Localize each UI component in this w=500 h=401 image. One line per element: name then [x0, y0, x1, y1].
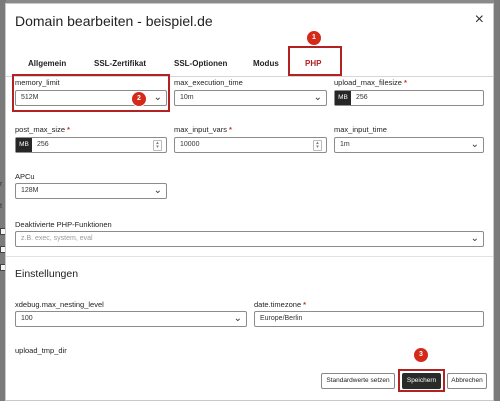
- background-text: t: [0, 203, 2, 210]
- upload-max-filesize-label: upload_max_filesize *: [334, 78, 407, 87]
- step-badge-3: 3: [413, 347, 429, 363]
- disabled-functions-select[interactable]: z.B. exec, system, eval ⌄: [15, 231, 484, 247]
- chevron-down-icon: ⌄: [233, 313, 242, 324]
- tab-ssl-zertifikat[interactable]: SSL-Zertifikat: [94, 59, 146, 68]
- cancel-button[interactable]: Abbrechen: [447, 373, 487, 389]
- domain-edit-dialog: Domain bearbeiten - beispiel.de × Allgem…: [5, 3, 494, 401]
- chevron-down-icon: ⌄: [470, 233, 479, 244]
- dialog-title: Domain bearbeiten - beispiel.de: [15, 13, 213, 29]
- chevron-down-icon: ⌄: [153, 92, 162, 103]
- background-text: r: [0, 181, 3, 188]
- disabled-functions-label: Deaktivierte PHP-Funktionen: [15, 220, 112, 229]
- unit-badge: MB: [335, 91, 351, 105]
- max-input-vars-input[interactable]: 10000 ▴ ▾: [174, 137, 327, 153]
- tab-ssl-optionen[interactable]: SSL-Optionen: [174, 59, 227, 68]
- upload-tmp-dir-label: upload_tmp_dir: [15, 346, 67, 355]
- step-badge-2: 2: [131, 91, 147, 107]
- spinner-arrows-icon[interactable]: ▴ ▾: [153, 140, 162, 151]
- max-input-time-label: max_input_time: [334, 125, 387, 134]
- xdebug-nesting-label: xdebug.max_nesting_level: [15, 300, 104, 309]
- memory-limit-label: memory_limit: [15, 78, 60, 87]
- section-title-settings: Einstellungen: [15, 268, 79, 280]
- max-input-vars-label: max_input_vars *: [174, 125, 232, 134]
- chevron-down-icon: ⌄: [470, 139, 479, 150]
- post-max-size-label: post_max_size *: [15, 125, 70, 134]
- timezone-input[interactable]: Europe/Berlin: [254, 311, 484, 327]
- timezone-label: date.timezone *: [254, 300, 307, 309]
- step-badge-1: 1: [306, 30, 322, 46]
- upload-max-filesize-input[interactable]: MB 256: [334, 90, 484, 106]
- chevron-down-icon: ⌄: [153, 185, 162, 196]
- save-button-highlight: [398, 369, 445, 392]
- tab-allgemein[interactable]: Allgemein: [28, 59, 66, 68]
- section-divider: [6, 256, 493, 257]
- post-max-size-input[interactable]: MB 256 ▴ ▾: [15, 137, 167, 153]
- unit-badge: MB: [16, 138, 32, 152]
- apcu-label: APCu: [15, 172, 35, 181]
- tab-modus[interactable]: Modus: [253, 59, 279, 68]
- set-defaults-button[interactable]: Standardwerte setzen: [321, 373, 395, 389]
- spinner-arrows-icon[interactable]: ▴ ▾: [313, 140, 322, 151]
- close-icon[interactable]: ×: [475, 12, 484, 28]
- apcu-select[interactable]: 128M ⌄: [15, 183, 167, 199]
- max-execution-time-label: max_execution_time: [174, 78, 243, 87]
- max-execution-time-select[interactable]: 10m ⌄: [174, 90, 327, 106]
- max-input-time-select[interactable]: 1m ⌄: [334, 137, 484, 153]
- backdrop-right: [494, 0, 500, 401]
- php-tab-highlight: [288, 46, 342, 76]
- chevron-down-icon: ⌄: [313, 92, 322, 103]
- xdebug-nesting-select[interactable]: 100 ⌄: [15, 311, 247, 327]
